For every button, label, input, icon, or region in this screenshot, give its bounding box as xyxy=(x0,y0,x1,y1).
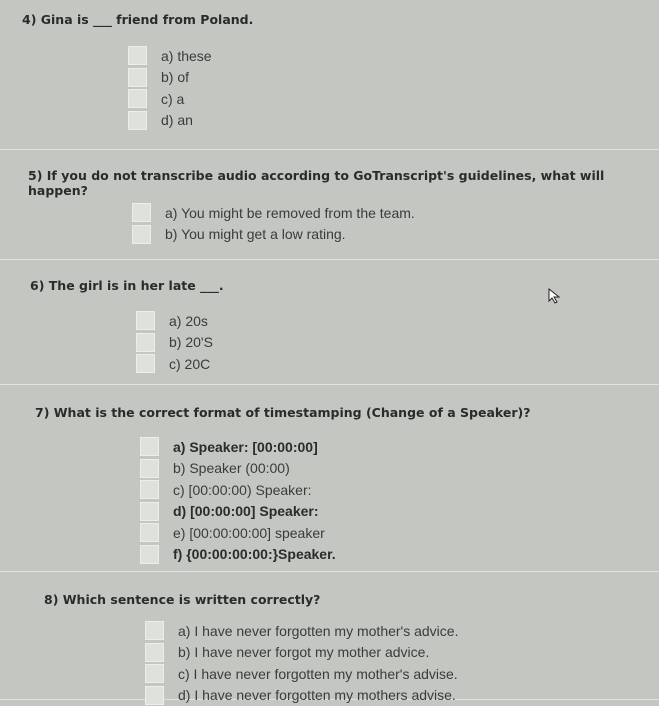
checkbox[interactable] xyxy=(128,89,147,108)
question-title: 4) Gina is ___ friend from Poland. xyxy=(22,12,253,27)
option[interactable]: b) I have never forgot my mother advice. xyxy=(145,642,458,664)
option[interactable]: b) You might get a low rating. xyxy=(132,224,415,246)
option[interactable]: c) a xyxy=(128,88,212,110)
option[interactable]: a) You might be removed from the team. xyxy=(132,202,415,224)
checkbox[interactable] xyxy=(136,333,155,352)
option[interactable]: d) an xyxy=(128,110,212,132)
checkbox[interactable] xyxy=(140,437,159,456)
options-list: a) You might be removed from the team. b)… xyxy=(132,202,415,245)
option[interactable]: d) [00:00:00] Speaker: xyxy=(140,501,336,523)
checkbox[interactable] xyxy=(140,523,159,542)
option-label: d) an xyxy=(161,112,193,128)
mouse-pointer-icon xyxy=(548,288,562,302)
checkbox[interactable] xyxy=(140,545,159,564)
checkbox[interactable] xyxy=(132,225,151,244)
option[interactable]: a) these xyxy=(128,45,212,67)
checkbox[interactable] xyxy=(145,664,164,683)
option-label: c) I have never forgotten my mother's ad… xyxy=(178,666,458,682)
option-label: a) I have never forgotten my mother's ad… xyxy=(178,623,458,639)
option-label: c) a xyxy=(161,91,184,107)
option[interactable]: b) 20'S xyxy=(136,332,213,354)
question-5: 5) If you do not transcribe audio accord… xyxy=(0,150,659,260)
option[interactable]: a) 20s xyxy=(136,310,213,332)
option-label: a) these xyxy=(161,48,212,64)
option-label: e) [00:00:00:00] speaker xyxy=(173,525,325,541)
option-label: a) Speaker: [00:00:00] xyxy=(173,439,318,455)
question-6: 6) The girl is in her late ___. a) 20s b) … xyxy=(0,260,659,385)
options-list: a) 20s b) 20'S c) 20C xyxy=(136,310,213,375)
checkbox[interactable] xyxy=(140,480,159,499)
checkbox[interactable] xyxy=(136,354,155,373)
option-label: d) I have never forgotten my mothers adv… xyxy=(178,687,456,703)
options-list: a) Speaker: [00:00:00] b) Speaker (00:00)… xyxy=(140,436,336,565)
question-title: 5) If you do not transcribe audio accord… xyxy=(28,168,659,198)
option[interactable]: d) I have never forgotten my mothers adv… xyxy=(145,685,458,706)
option[interactable]: e) [00:00:00:00] speaker xyxy=(140,522,336,544)
option-label: c) 20C xyxy=(169,356,210,372)
options-list: a) these b) of c) a d) an xyxy=(128,45,212,131)
question-8: 8) Which sentence is written correctly? a… xyxy=(0,572,659,700)
option[interactable]: b) Speaker (00:00) xyxy=(140,458,336,480)
checkbox[interactable] xyxy=(140,459,159,478)
checkbox[interactable] xyxy=(132,203,151,222)
option-label: c) [00:00:00) Speaker: xyxy=(173,482,312,498)
checkbox[interactable] xyxy=(140,502,159,521)
option-label: b) I have never forgot my mother advice. xyxy=(178,644,429,660)
question-title: 8) Which sentence is written correctly? xyxy=(44,592,320,607)
option-label: f) {00:00:00:00:}Speaker. xyxy=(173,546,336,562)
options-list: a) I have never forgotten my mother's ad… xyxy=(145,620,458,706)
option[interactable]: c) I have never forgotten my mother's ad… xyxy=(145,663,458,685)
option[interactable]: f) {00:00:00:00:}Speaker. xyxy=(140,544,336,566)
checkbox[interactable] xyxy=(145,686,164,705)
checkbox[interactable] xyxy=(136,311,155,330)
question-4: 4) Gina is ___ friend from Poland. a) the… xyxy=(0,0,659,150)
option[interactable]: a) Speaker: [00:00:00] xyxy=(140,436,336,458)
option-label: b) Speaker (00:00) xyxy=(173,460,290,476)
option-label: b) of xyxy=(161,69,189,85)
option-label: d) [00:00:00] Speaker: xyxy=(173,503,319,519)
option[interactable]: a) I have never forgotten my mother's ad… xyxy=(145,620,458,642)
question-7: 7) What is the correct format of timesta… xyxy=(0,385,659,572)
question-title: 7) What is the correct format of timesta… xyxy=(35,405,530,420)
checkbox[interactable] xyxy=(128,68,147,87)
question-title: 6) The girl is in her late ___. xyxy=(30,278,224,293)
checkbox[interactable] xyxy=(145,621,164,640)
option-label: b) 20'S xyxy=(169,334,213,350)
option-label: a) 20s xyxy=(169,313,208,329)
checkbox[interactable] xyxy=(128,111,147,130)
checkbox[interactable] xyxy=(145,643,164,662)
option[interactable]: b) of xyxy=(128,67,212,89)
checkbox[interactable] xyxy=(128,46,147,65)
option-label: b) You might get a low rating. xyxy=(165,226,346,242)
option[interactable]: c) 20C xyxy=(136,353,213,375)
option[interactable]: c) [00:00:00) Speaker: xyxy=(140,479,336,501)
option-label: a) You might be removed from the team. xyxy=(165,205,415,221)
